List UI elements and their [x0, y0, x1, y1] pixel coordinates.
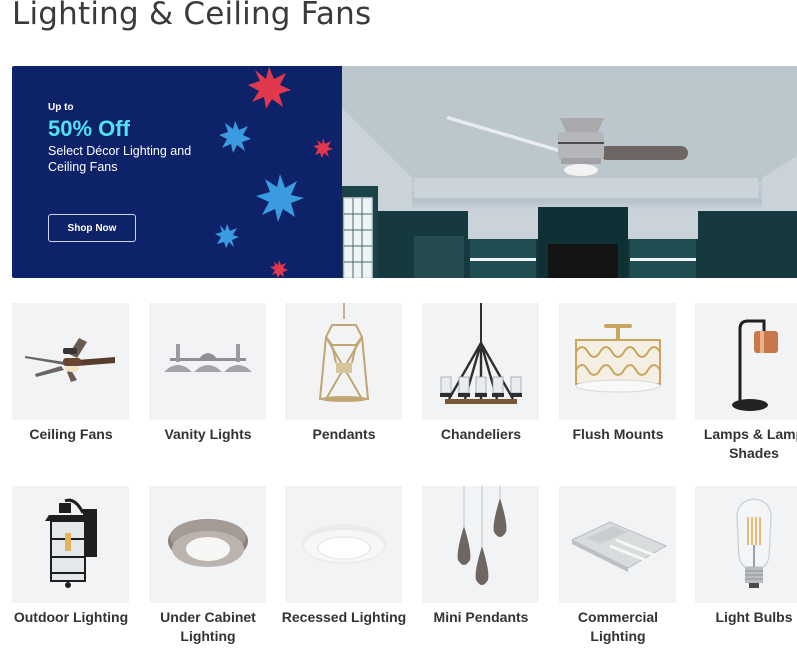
- star-icon: [313, 138, 333, 158]
- star-icon: [270, 260, 288, 278]
- desk-lamp-icon: [695, 303, 797, 420]
- category-pendants[interactable]: Pendants: [285, 303, 402, 444]
- shop-now-button[interactable]: Shop Now: [48, 214, 136, 242]
- category-chandeliers[interactable]: Chandeliers: [422, 303, 539, 444]
- promo-photo: [342, 66, 797, 278]
- category-label: Mini Pendants: [433, 609, 529, 625]
- star-icon: [256, 174, 304, 222]
- promo-headline: 50% Off: [48, 116, 130, 141]
- category-label: Ceiling Fans: [29, 426, 113, 442]
- outdoor-lantern-icon: [12, 486, 129, 603]
- category-label: Recessed Lighting: [281, 609, 407, 625]
- category-label: Pendants: [312, 426, 376, 442]
- category-label: Outdoor Lighting: [13, 609, 129, 625]
- ceiling-fan-icon: [12, 303, 129, 420]
- promo-eyebrow: Up to: [48, 102, 74, 113]
- vanity-light-icon: [149, 303, 266, 420]
- category-outdoor-lighting[interactable]: Outdoor Lighting: [12, 486, 129, 627]
- pendant-lantern-icon: [285, 303, 402, 420]
- promo-subheadline: Select Décor Lighting and Ceiling Fans: [48, 144, 192, 174]
- category-label: Commercial Lighting: [577, 609, 659, 644]
- category-label: Vanity Lights: [164, 426, 252, 442]
- category-flush-mounts[interactable]: Flush Mounts: [559, 303, 676, 444]
- category-under-cabinet-lighting[interactable]: Under Cabinet Lighting: [149, 486, 266, 646]
- category-mini-pendants[interactable]: Mini Pendants: [422, 486, 539, 627]
- category-label: Under Cabinet Lighting: [160, 609, 256, 644]
- living-room-ceiling-fan-photo: [342, 66, 797, 278]
- category-label: Light Bulbs: [715, 609, 793, 625]
- page-title: Lighting & Ceiling Fans: [12, 0, 372, 32]
- flush-mount-icon: [559, 303, 676, 420]
- recessed-light-icon: [285, 486, 402, 603]
- category-lamps-lamp-shades[interactable]: Lamps & Lamp Shades: [695, 303, 797, 463]
- high-bay-light-icon: [559, 486, 676, 603]
- chandelier-icon: [422, 303, 539, 420]
- star-icon: [219, 121, 251, 153]
- promo-banner[interactable]: Up to 50% Off Select Décor Lighting and …: [12, 66, 797, 278]
- puck-light-icon: [149, 486, 266, 603]
- star-icon: [248, 67, 291, 109]
- category-label: Lamps & Lamp Shades: [703, 426, 797, 461]
- light-bulb-icon: [695, 486, 797, 603]
- category-light-bulbs[interactable]: Light Bulbs: [695, 486, 797, 627]
- category-commercial-lighting[interactable]: Commercial Lighting: [559, 486, 676, 646]
- category-label: Flush Mounts: [572, 426, 664, 442]
- category-ceiling-fans[interactable]: Ceiling Fans: [12, 303, 129, 444]
- category-recessed-lighting[interactable]: Recessed Lighting: [282, 486, 406, 627]
- category-label: Chandeliers: [440, 426, 522, 442]
- star-icon: [215, 224, 239, 248]
- mini-pendant-icon: [422, 486, 539, 603]
- promo-panel: Up to 50% Off Select Décor Lighting and …: [12, 66, 342, 278]
- category-vanity-lights[interactable]: Vanity Lights: [149, 303, 266, 444]
